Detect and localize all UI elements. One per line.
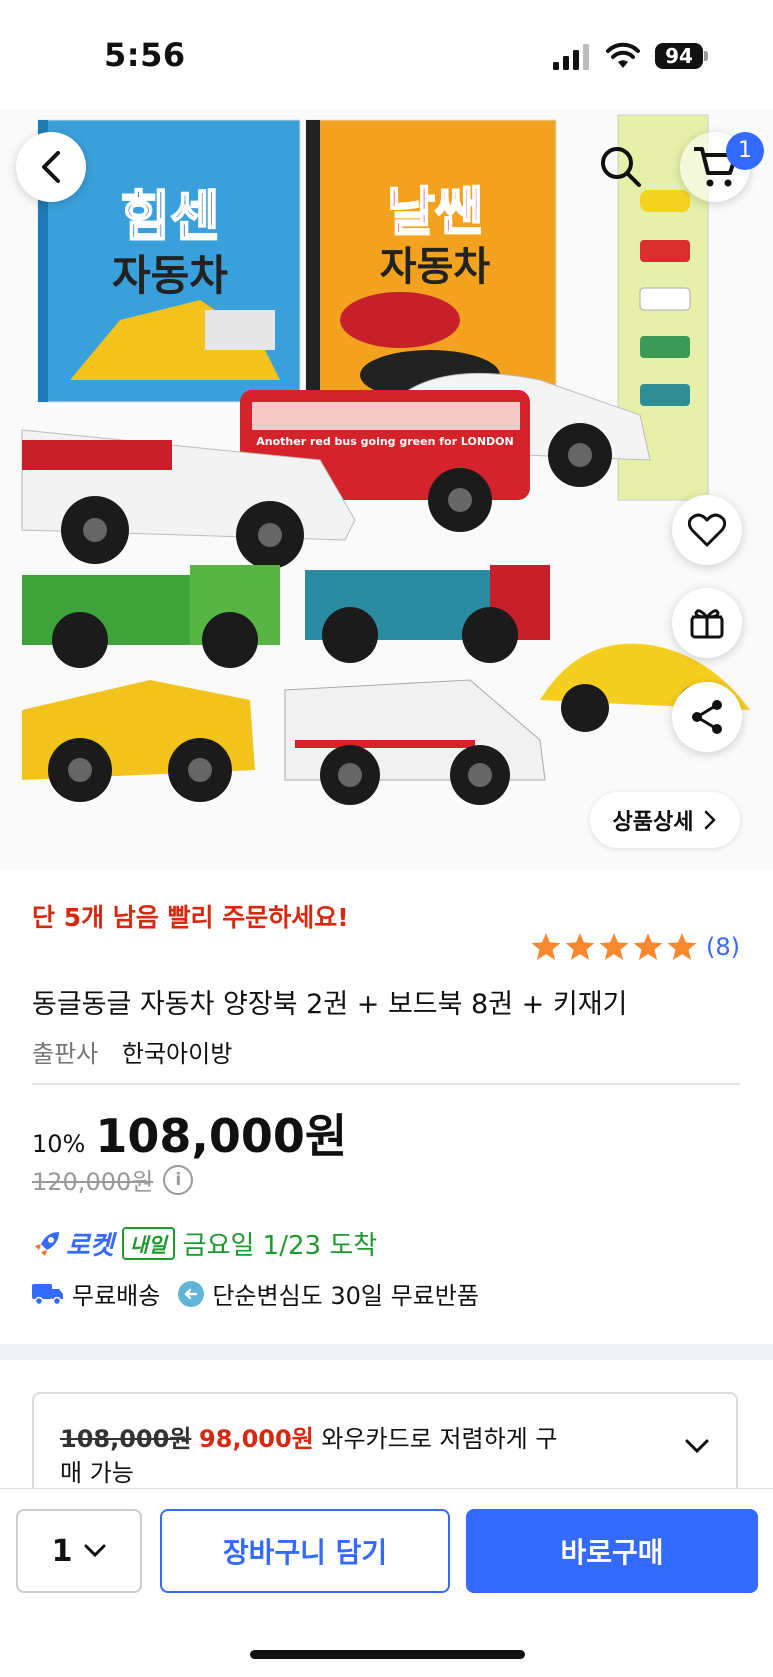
product-title: 동글동글 자동차 양장북 2권 + 보드북 8권 + 키재기 bbox=[32, 989, 628, 1020]
stock-warning: 단 5개 남음 빨리 주문하세요! bbox=[32, 903, 349, 932]
chevron-down-icon bbox=[685, 1439, 709, 1454]
original-price: 120,000원 bbox=[32, 1168, 154, 1196]
search-icon bbox=[601, 147, 641, 187]
wow-price: 98,000원 bbox=[199, 1425, 314, 1453]
gift-button[interactable] bbox=[672, 588, 742, 658]
arrival-date: 금요일 1/23 도착 bbox=[182, 1231, 378, 1261]
return-icon bbox=[178, 1280, 205, 1307]
purchase-bar: 1 장바구니 담기 바로구매 bbox=[0, 1488, 773, 1677]
product-detail-label: 상품상세 bbox=[612, 810, 694, 835]
chevron-left-icon bbox=[42, 151, 60, 183]
battery-indicator: 94 bbox=[655, 43, 703, 69]
share-button[interactable] bbox=[672, 682, 742, 752]
chevron-right-icon bbox=[705, 810, 717, 830]
book1-title-line2: 자동차 bbox=[112, 251, 228, 300]
original-price-row: 120,000원 i bbox=[32, 1162, 194, 1197]
status-bar: 5:56 94 bbox=[0, 0, 773, 110]
section-separator bbox=[0, 1344, 773, 1360]
battery-tip bbox=[704, 51, 708, 61]
free-shipping-label: 무료배송 bbox=[72, 1282, 161, 1310]
product-detail-button[interactable]: 상품상세 bbox=[590, 792, 740, 848]
book2-title-line2: 자동차 bbox=[380, 244, 491, 290]
heart-icon bbox=[688, 513, 726, 547]
wishlist-button[interactable] bbox=[672, 495, 742, 565]
review-count[interactable]: (8) bbox=[706, 933, 740, 961]
truck-icon bbox=[32, 1283, 63, 1305]
shipping-benefits: 무료배송 단순변심도 30일 무료반품 bbox=[32, 1276, 497, 1311]
divider bbox=[32, 1083, 740, 1085]
cart-count-badge: 1 bbox=[726, 132, 764, 170]
quantity-selector[interactable]: 1 bbox=[16, 1509, 142, 1593]
star-icon bbox=[531, 933, 561, 961]
clock: 5:56 bbox=[104, 36, 186, 74]
buy-now-button[interactable]: 바로구매 bbox=[466, 1509, 758, 1593]
tomorrow-badge: 내일 bbox=[121, 1227, 175, 1260]
gift-icon bbox=[690, 609, 724, 639]
star-icon bbox=[633, 933, 663, 961]
add-to-cart-button[interactable]: 장바구니 담기 bbox=[160, 1509, 450, 1593]
publisher-label: 출판사 bbox=[32, 1040, 99, 1068]
wifi-icon bbox=[606, 42, 640, 68]
publisher-name[interactable]: 한국아이방 bbox=[122, 1040, 232, 1068]
info-icon[interactable]: i bbox=[163, 1164, 194, 1195]
chevron-down-icon bbox=[84, 1544, 106, 1558]
free-shipping: 무료배송 bbox=[32, 1276, 160, 1311]
rating-stars bbox=[530, 932, 698, 962]
rocket-label: 로켓 bbox=[66, 1231, 114, 1261]
wow-strike-price: 108,000원 bbox=[60, 1425, 192, 1453]
star-icon bbox=[667, 933, 697, 961]
sale-price: 108,000원 bbox=[95, 1109, 348, 1163]
product-image-carousel[interactable]: 힘센 자동차 날쌘 자동차 Another red bus going gree… bbox=[0, 110, 773, 870]
rocket-icon bbox=[35, 1231, 59, 1256]
search-button[interactable] bbox=[586, 132, 656, 202]
star-icon bbox=[565, 933, 595, 961]
free-return: 단순변심도 30일 무료반품 bbox=[178, 1276, 479, 1311]
quantity-value: 1 bbox=[51, 1533, 73, 1569]
home-indicator[interactable] bbox=[250, 1650, 525, 1659]
product-image: 힘센 자동차 날쌘 자동차 Another red bus going gree… bbox=[0, 110, 773, 870]
discount-percent: 10% bbox=[32, 1130, 86, 1158]
share-icon bbox=[692, 700, 722, 734]
free-return-label: 단순변심도 30일 무료반품 bbox=[212, 1282, 479, 1310]
price-row: 10% 108,000원 bbox=[32, 1100, 347, 1166]
wow-card-offer[interactable]: 108,000원 98,000원 와우카드로 저렴하게 구매 가능 bbox=[32, 1392, 738, 1502]
book2-title-line1: 날쌘 bbox=[387, 183, 483, 243]
back-button[interactable] bbox=[16, 132, 86, 202]
cellular-signal-icon bbox=[553, 44, 589, 70]
book1-title-line1: 힘센 bbox=[120, 185, 219, 248]
star-icon bbox=[599, 933, 629, 961]
wow-offer-text: 108,000원 98,000원 와우카드로 저렴하게 구매 가능 bbox=[60, 1422, 560, 1490]
rocket-delivery-row: 로켓 내일 금요일 1/23 도착 bbox=[32, 1225, 377, 1262]
bus-caption: Another red bus going green for LONDON bbox=[256, 435, 513, 448]
rating[interactable]: (8) bbox=[530, 932, 740, 962]
publisher-row: 출판사 한국아이방 bbox=[32, 1034, 232, 1069]
